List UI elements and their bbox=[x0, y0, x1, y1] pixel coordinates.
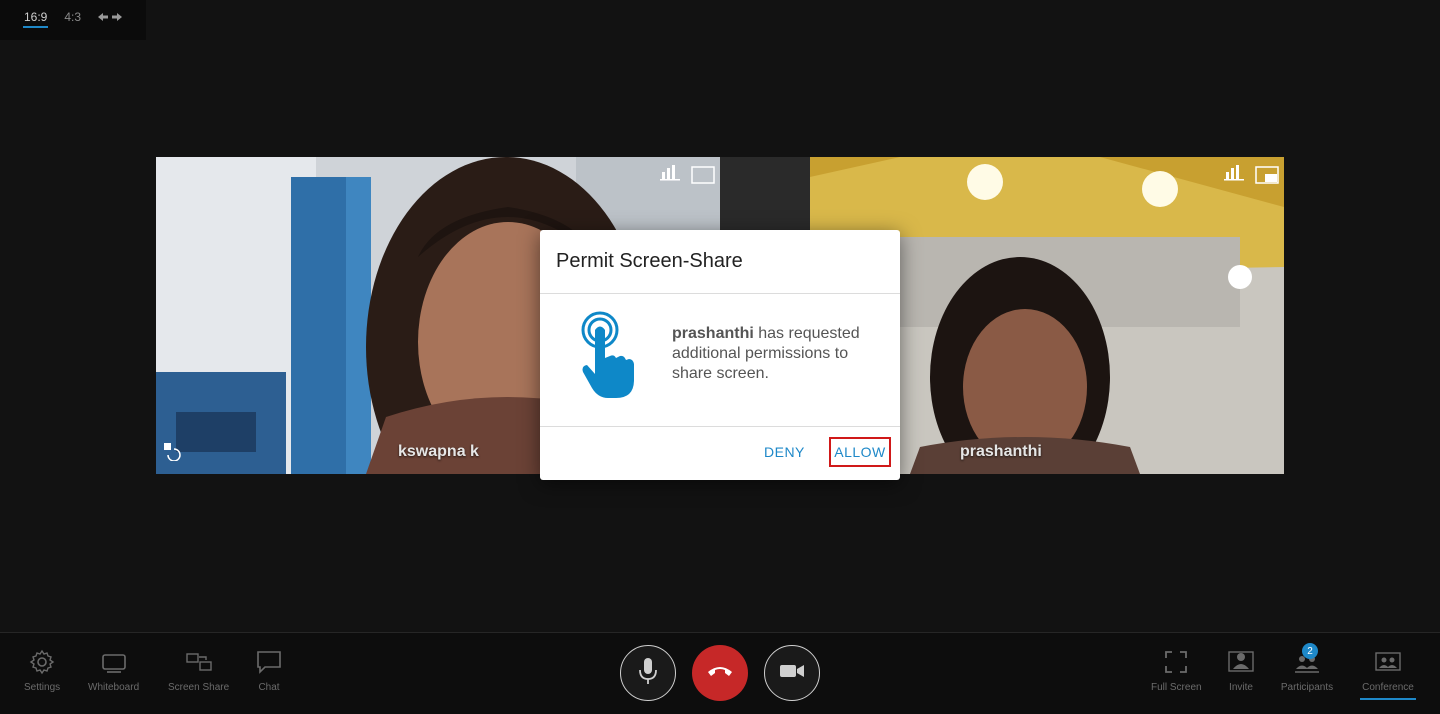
dialog-body: prashanthi has requested additional perm… bbox=[540, 294, 900, 427]
aspect-ratio-toggle: 16:9 4:3 bbox=[0, 0, 146, 40]
hang-up-icon bbox=[707, 664, 733, 682]
allow-button[interactable]: ALLOW bbox=[829, 437, 891, 467]
whiteboard-icon bbox=[101, 649, 127, 678]
conference-button[interactable]: Conference bbox=[1360, 649, 1416, 693]
screen-share-icon bbox=[185, 649, 212, 678]
dialog-title: Permit Screen-Share bbox=[540, 230, 900, 294]
dialog-actions: DENY ALLOW bbox=[540, 427, 900, 480]
settings-button[interactable]: Settings bbox=[24, 649, 60, 693]
aspect-16-9-option[interactable]: 16:9 bbox=[22, 10, 49, 28]
chat-icon bbox=[256, 649, 282, 678]
bottom-toolbar: Settings Whiteboard Screen Share Chat Fu… bbox=[0, 632, 1440, 714]
invite-button[interactable]: Invite bbox=[1228, 649, 1254, 693]
end-call-button[interactable] bbox=[692, 645, 748, 701]
invite-icon bbox=[1228, 649, 1254, 678]
video-camera-icon bbox=[779, 663, 805, 684]
deny-button[interactable]: DENY bbox=[761, 437, 808, 467]
tap-hand-icon bbox=[580, 310, 636, 405]
screen-share-button[interactable]: Screen Share bbox=[168, 649, 229, 693]
participants-icon: 2 bbox=[1294, 643, 1320, 678]
conference-icon bbox=[1375, 649, 1401, 678]
active-tab-indicator bbox=[1360, 698, 1416, 700]
permit-screen-share-dialog: Permit Screen-Share prashanthi has reque… bbox=[540, 230, 900, 480]
participant-name: prashanthi bbox=[960, 443, 1042, 460]
pip-icon[interactable] bbox=[1255, 166, 1279, 189]
gear-icon bbox=[29, 649, 55, 678]
signal-strength-icon bbox=[1224, 163, 1244, 186]
participants-button[interactable]: 2 Participants bbox=[1279, 643, 1335, 693]
pip-icon[interactable] bbox=[691, 166, 715, 189]
whiteboard-button[interactable]: Whiteboard bbox=[88, 649, 139, 693]
dialog-message: prashanthi has requested additional perm… bbox=[672, 324, 882, 384]
microphone-icon bbox=[638, 657, 658, 690]
participants-count-badge: 2 bbox=[1302, 643, 1318, 659]
swap-arrows-icon[interactable] bbox=[97, 10, 123, 29]
chat-button[interactable]: Chat bbox=[256, 649, 282, 693]
camera-button[interactable] bbox=[764, 645, 820, 701]
fullscreen-button[interactable]: Full Screen bbox=[1151, 649, 1202, 693]
participant-name: kswapna k bbox=[398, 443, 479, 460]
rotate-camera-icon[interactable] bbox=[164, 443, 182, 466]
aspect-4-3-option[interactable]: 4:3 bbox=[64, 10, 81, 24]
signal-strength-icon bbox=[660, 163, 680, 186]
fullscreen-icon bbox=[1163, 649, 1189, 678]
microphone-button[interactable] bbox=[620, 645, 676, 701]
requester-name: prashanthi bbox=[672, 325, 754, 342]
